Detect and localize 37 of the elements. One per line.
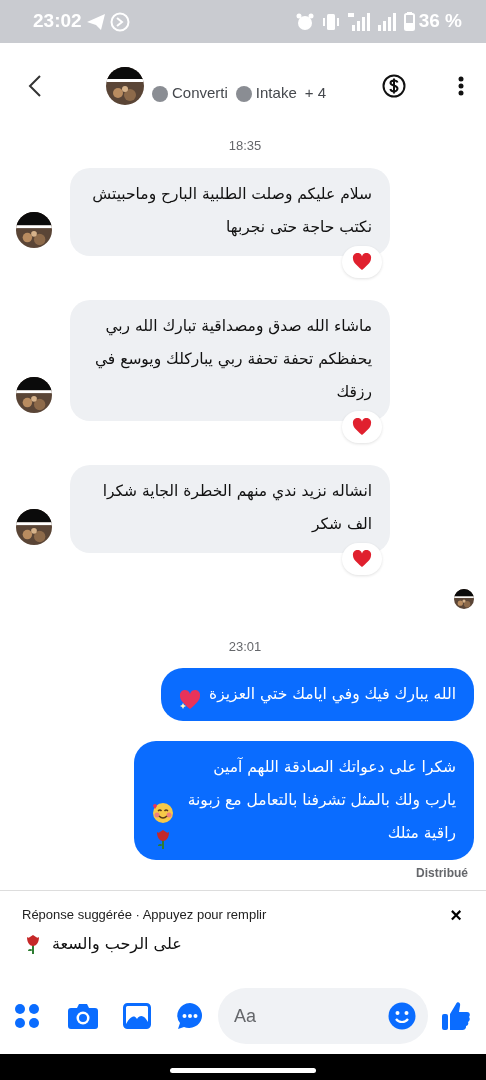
thumbs-up-button[interactable] [442, 1001, 470, 1031]
message-bubble: ماشاء الله صدق ومصداقية تبارك الله ربي يحفظكم تحفة تحفة ربي يباركلك ويوسع في رزقك [70, 299, 390, 421]
tag-label: Intake [255, 83, 297, 104]
camera-button[interactable] [68, 1003, 98, 1029]
message-bubble: شكرا على دعواتك الصادقة اللهم آمين يارب ولك بالمثل تشرفنا بالتعامل مع زبونة راقية مثلك [134, 741, 474, 860]
timestamp: 18:35 [228, 137, 262, 155]
tag-label: Converti [172, 83, 228, 104]
more-tags-count: + 4 [304, 83, 326, 104]
close-button[interactable]: × [450, 905, 462, 925]
vibrate-icon [321, 12, 340, 31]
suggested-reply[interactable]: على الرحب والسعة [22, 933, 182, 955]
signal-icon [377, 12, 396, 31]
back-button[interactable] [28, 74, 42, 97]
smiley-icon[interactable] [388, 1002, 416, 1030]
sparkling-heart-icon [179, 689, 202, 711]
message-bubble: انشاله نزيد ندي منهم الخطرة الجاية شكرا الف شكر [70, 464, 390, 553]
timestamp: 23:01 [228, 637, 262, 656]
heart-icon [352, 417, 372, 436]
signal-icon [347, 12, 370, 31]
smiling-face-icon [152, 802, 174, 824]
paper-plane-icon [85, 12, 106, 31]
heart-icon [352, 549, 372, 568]
suggestion-hint: Réponse suggérée · Appuyez pour remplir [22, 906, 267, 925]
tag-dot-icon [235, 85, 252, 102]
delivery-status: Distribué [416, 865, 468, 882]
dollar-button[interactable] [382, 73, 406, 98]
heart-icon [352, 252, 372, 271]
chat-bubble-button[interactable] [176, 1002, 204, 1030]
more-options-button[interactable] [458, 75, 464, 96]
tag-dot-icon [152, 85, 168, 102]
message-bubble: الله يبارك فيك وفي ايامك ختي العزيزة [161, 668, 474, 721]
alarm-icon [295, 12, 314, 31]
message-bubble: سلام عليكم وصلت الطلبية البارح وماحبيتش نكتب حاجة حتى نجربها [70, 167, 390, 256]
battery-icon [403, 12, 415, 31]
gallery-button[interactable] [123, 1003, 151, 1029]
message-field[interactable]: Aa [218, 988, 428, 1044]
apps-button[interactable] [14, 1003, 40, 1029]
